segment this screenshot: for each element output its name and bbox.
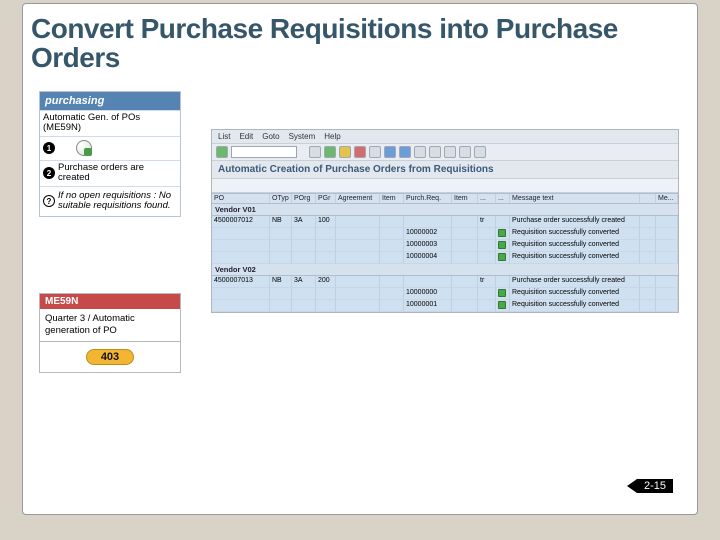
purchasing-step-note: ? If no open requisitions : No suitable … — [40, 186, 180, 216]
table-row[interactable]: 4500007012NB3A100trPurchase order succes… — [212, 216, 678, 228]
slide-content: purchasing Automatic Gen. of POs (ME59N)… — [23, 77, 697, 503]
tcode-page-wrap: 403 — [40, 342, 180, 372]
col-dots2: ... — [496, 194, 510, 203]
purchasing-box: purchasing Automatic Gen. of POs (ME59N)… — [39, 91, 181, 217]
last-page-icon[interactable] — [459, 146, 471, 158]
menu-goto[interactable]: Goto — [262, 132, 279, 141]
sap-app-toolbar — [212, 179, 678, 193]
find-next-icon[interactable] — [399, 146, 411, 158]
purchasing-step-2: 2 Purchase orders are created — [40, 160, 180, 186]
table-row[interactable]: 10000004Requisition successfully convert… — [212, 252, 678, 264]
execute-icon — [76, 140, 92, 156]
step-2-text: Purchase orders are created — [58, 163, 177, 184]
step-number-1: 1 — [43, 142, 55, 154]
slide: Convert Purchase Requisitions into Purch… — [22, 3, 698, 515]
tcode-desc: Quarter 3 / Automatic generation of PO — [40, 309, 180, 342]
exit-icon[interactable] — [339, 146, 351, 158]
sap-panel: List Edit Goto System Help — [211, 129, 679, 313]
table-row[interactable]: 10000002Requisition successfully convert… — [212, 228, 678, 240]
first-page-icon[interactable] — [414, 146, 426, 158]
purchasing-subhead: Automatic Gen. of POs (ME59N) — [40, 110, 180, 136]
ok-icon[interactable] — [216, 146, 228, 158]
slide-number: 2-15 — [637, 479, 673, 493]
back-icon[interactable] — [324, 146, 336, 158]
sap-toolbar — [212, 144, 678, 161]
grid-header: PO OTyp POrg PGr Agreement Item Purch.Re… — [212, 193, 678, 204]
purchasing-header: purchasing — [40, 92, 180, 110]
menu-list[interactable]: List — [218, 132, 230, 141]
sap-screen-title: Automatic Creation of Purchase Orders fr… — [212, 161, 678, 179]
success-icon — [498, 289, 506, 297]
sap-grid: PO OTyp POrg PGr Agreement Item Purch.Re… — [212, 193, 678, 312]
vendor-row: Vendor V02 — [212, 264, 678, 276]
menu-edit[interactable]: Edit — [239, 132, 253, 141]
col-sp — [640, 194, 656, 203]
slide-title: Convert Purchase Requisitions into Purch… — [23, 4, 697, 77]
help-icon[interactable] — [474, 146, 486, 158]
col-dots1: ... — [478, 194, 496, 203]
purchasing-step-1: 1 — [40, 136, 180, 160]
sap-menubar[interactable]: List Edit Goto System Help — [212, 130, 678, 144]
next-page-icon[interactable] — [444, 146, 456, 158]
vendor-row: Vendor V01 — [212, 204, 678, 216]
success-icon — [498, 253, 506, 261]
col-me: Me... — [656, 194, 678, 203]
col-msg: Message text — [510, 194, 640, 203]
col-agreement: Agreement — [336, 194, 380, 203]
col-reqitem: Item — [452, 194, 478, 203]
table-row[interactable]: 4500007013NB3A200trPurchase order succes… — [212, 276, 678, 288]
step-note-badge: ? — [43, 195, 55, 207]
tcode-code: ME59N — [40, 294, 180, 309]
purchasing-sub-label: Automatic Gen. of POs (ME59N) — [43, 113, 177, 134]
step-number-2: 2 — [43, 167, 55, 179]
command-field[interactable] — [231, 146, 297, 158]
col-porg: POrg — [292, 194, 316, 203]
col-req: Purch.Req. — [404, 194, 452, 203]
tcode-box: ME59N Quarter 3 / Automatic generation o… — [39, 293, 181, 373]
col-otyp: OTyp — [270, 194, 292, 203]
cancel-icon[interactable] — [354, 146, 366, 158]
success-icon — [498, 301, 506, 309]
menu-system[interactable]: System — [289, 132, 316, 141]
step-note-text: If no open requisitions : No suitable re… — [58, 191, 177, 212]
save-icon[interactable] — [309, 146, 321, 158]
print-icon[interactable] — [369, 146, 381, 158]
find-icon[interactable] — [384, 146, 396, 158]
col-po: PO — [212, 194, 270, 203]
menu-help[interactable]: Help — [324, 132, 340, 141]
prev-page-icon[interactable] — [429, 146, 441, 158]
table-row[interactable]: 10000003Requisition successfully convert… — [212, 240, 678, 252]
table-row[interactable]: 10000001Requisition successfully convert… — [212, 300, 678, 312]
col-item: Item — [380, 194, 404, 203]
success-icon — [498, 241, 506, 249]
success-icon — [498, 229, 506, 237]
col-pgr: PGr — [316, 194, 336, 203]
table-row[interactable]: 10000000Requisition successfully convert… — [212, 288, 678, 300]
tcode-page: 403 — [86, 349, 134, 365]
grid-body: Vendor V014500007012NB3A100trPurchase or… — [212, 204, 678, 312]
